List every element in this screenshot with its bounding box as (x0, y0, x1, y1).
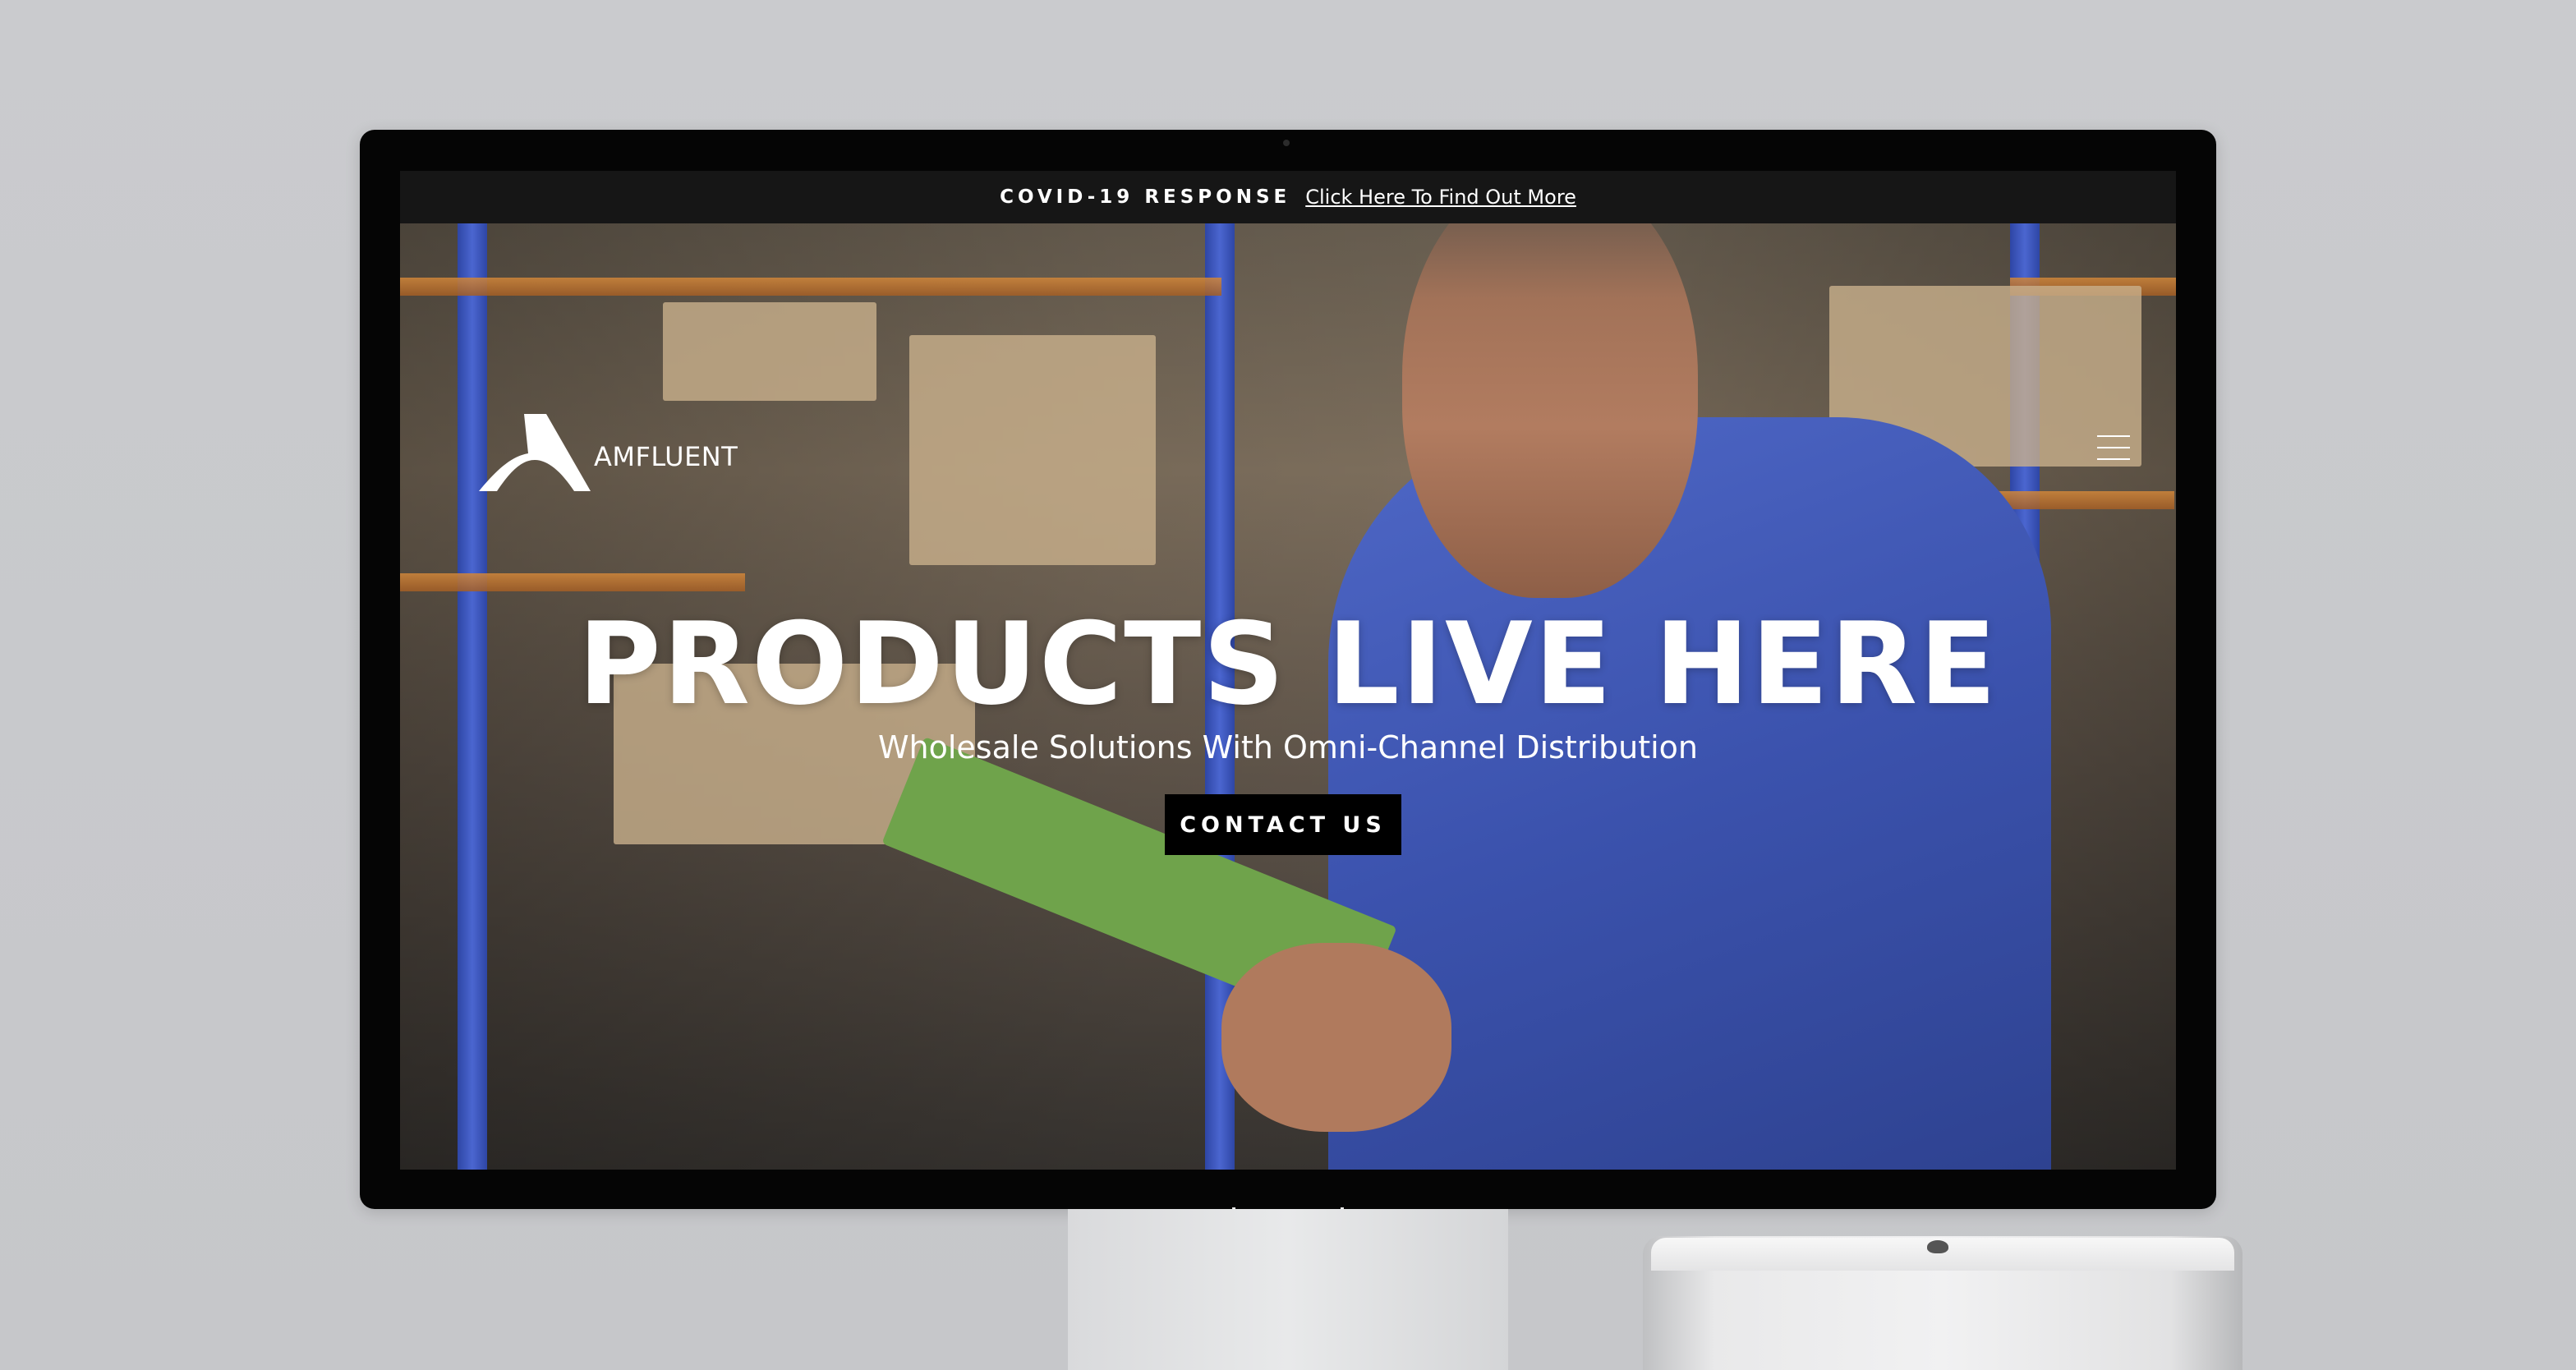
apple-logo-icon (1927, 1240, 1948, 1253)
menu-line (2097, 447, 2130, 448)
hero-subtitle: Wholesale Solutions With Omni-Channel Di… (877, 729, 1699, 765)
monitor-stand (1068, 1209, 1508, 1370)
menu-line (2097, 435, 2130, 437)
menu-line (2097, 458, 2130, 460)
hero-title: PRODUCTS LIVE HERE (577, 598, 1999, 730)
covid-banner-label: COVID-19 RESPONSE (1000, 186, 1291, 208)
shelf-beam (400, 573, 745, 591)
contact-us-button[interactable]: CONTACT US (1165, 794, 1401, 855)
covid-info-link[interactable]: Click Here To Find Out More (1305, 186, 1576, 209)
product-mockup-scene: COVID-19 RESPONSE Click Here To Find Out… (0, 0, 2576, 1370)
camera-icon (1283, 140, 1290, 146)
stock-box (663, 302, 876, 401)
website-screen: COVID-19 RESPONSE Click Here To Find Out… (400, 171, 2176, 1170)
person-hand (1221, 943, 1451, 1132)
covid-banner: COVID-19 RESPONSE Click Here To Find Out… (400, 171, 2176, 223)
logo-wordmark: AMFLUENT (594, 441, 738, 472)
stock-box (909, 335, 1156, 565)
shelf-beam (400, 278, 1221, 296)
amfluent-a-logo-icon (479, 414, 591, 491)
person-head (1402, 171, 1698, 598)
site-logo[interactable]: AMFLUENT (479, 414, 738, 491)
hamburger-menu-icon[interactable] (2097, 435, 2130, 462)
